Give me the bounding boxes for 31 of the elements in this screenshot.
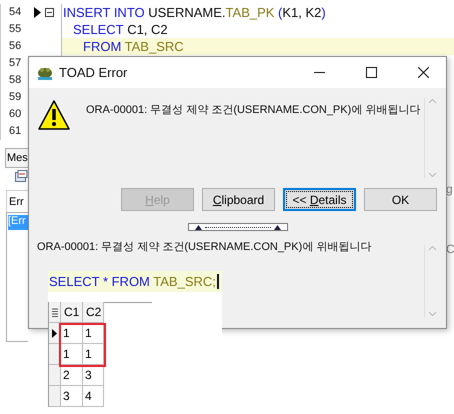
panel-label: C bbox=[446, 242, 454, 256]
table-cell: 1 bbox=[83, 344, 104, 365]
table-cell: 2 bbox=[61, 365, 83, 386]
grid-corner[interactable] bbox=[49, 302, 61, 323]
line-number: 56 bbox=[0, 38, 30, 55]
splitter-handle[interactable] bbox=[188, 223, 288, 231]
table-cell: 3 bbox=[61, 386, 83, 407]
dialog-button[interactable]: << Details bbox=[283, 188, 356, 211]
current-row-icon bbox=[52, 328, 57, 338]
document-icon[interactable] bbox=[15, 170, 28, 182]
close-icon[interactable] bbox=[418, 67, 428, 78]
dialog-button[interactable]: OK bbox=[364, 188, 437, 211]
dialog-button[interactable]: Clipboard bbox=[202, 188, 275, 211]
maximize-icon[interactable] bbox=[366, 67, 376, 78]
code-line: INSERT INTO USERNAME.TAB_PK (K1, K2) bbox=[61, 4, 454, 21]
toad-icon bbox=[37, 66, 53, 80]
collapse-icon[interactable] bbox=[45, 8, 54, 17]
line-number: 54 bbox=[0, 4, 30, 21]
dialog-title: TOAD Error bbox=[59, 65, 128, 80]
table-cell: 1 bbox=[61, 344, 83, 365]
table-cell: 4 bbox=[83, 386, 104, 407]
errors-tab[interactable]: Err bbox=[6, 190, 28, 212]
column-header[interactable]: C1 bbox=[61, 302, 83, 323]
column-header[interactable]: C2 bbox=[83, 302, 104, 323]
table-cell: 3 bbox=[83, 365, 104, 386]
error-details: ORA-00001: 무결성 제약 조건(USERNAME.CON_PK)에 위배됩니다 bbox=[37, 241, 372, 253]
grid-menu-icon[interactable] bbox=[52, 308, 58, 316]
warning-icon bbox=[38, 100, 70, 130]
panel-tab[interactable]: Mes bbox=[5, 148, 29, 168]
error-message: ORA-00001: 무결성 제약 조건(USERNAME.CON_PK)에 위배됩니다 bbox=[86, 103, 420, 117]
line-number: 55 bbox=[0, 21, 30, 38]
